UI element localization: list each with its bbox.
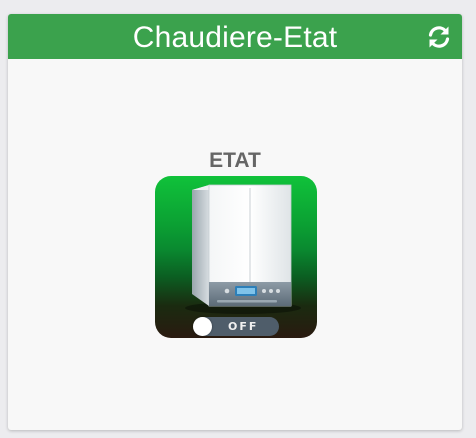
- widget-title[interactable]: Chaudiere-Etat: [8, 14, 462, 59]
- equipment-widget: Chaudiere-Etat ETAT OFF: [8, 14, 462, 430]
- toggle-state-text: OFF: [228, 320, 259, 333]
- boiler-state-button[interactable]: OFF: [155, 176, 317, 338]
- refresh-icon[interactable]: [423, 21, 455, 53]
- toggle-knob: [193, 317, 212, 336]
- widget-header: Chaudiere-Etat: [8, 14, 462, 59]
- state-toggle[interactable]: OFF: [193, 317, 279, 336]
- command-label: ETAT: [209, 149, 261, 172]
- boiler-icon: [185, 184, 301, 314]
